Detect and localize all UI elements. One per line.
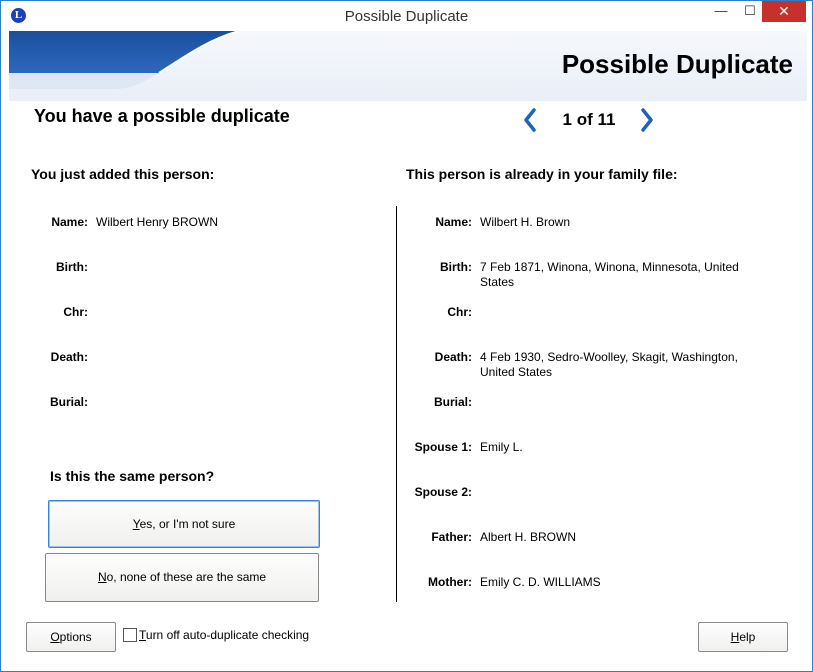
window-title: Possible Duplicate bbox=[344, 8, 469, 25]
no-button-accesskey: N bbox=[97, 570, 107, 584]
existing-mother-value: Emily C. D. WILLIAMS bbox=[480, 575, 601, 589]
existing-birth-label: Birth: bbox=[440, 260, 472, 274]
existing-death-value: 4 Feb 1930, Sedro-Woolley, Skagit, Washi… bbox=[480, 350, 738, 379]
auto-duplicate-checkbox-label[interactable]: Turn off auto-duplicate checking bbox=[139, 628, 309, 642]
new-name-value: Wilbert Henry BROWN bbox=[96, 215, 219, 229]
existing-name-value: Wilbert H. Brown bbox=[480, 215, 571, 229]
yes-same-person-button[interactable]: Yes, or I'm not sure bbox=[48, 500, 320, 548]
new-burial-label: Burial: bbox=[49, 395, 88, 409]
existing-death-label: Death: bbox=[434, 350, 472, 364]
header-banner: Possible Duplicate bbox=[9, 31, 807, 101]
no-button-label: o, none of these are the same bbox=[106, 570, 267, 584]
existing-father-value: Albert H. BROWN bbox=[480, 530, 577, 544]
existing-spouse2-label: Spouse 2: bbox=[414, 485, 472, 499]
options-button-accesskey: O bbox=[50, 630, 60, 644]
existing-mother-label: Mother: bbox=[428, 575, 472, 589]
existing-father-label: Father: bbox=[431, 530, 472, 544]
same-person-question: Is this the same person? bbox=[50, 468, 215, 484]
yes-button-accesskey: Y bbox=[132, 517, 140, 531]
title-bar: L Possible Duplicate — ☐ ✕ bbox=[1, 1, 812, 31]
new-name-label: Name: bbox=[51, 215, 88, 229]
new-birth-label: Birth: bbox=[56, 260, 88, 274]
yes-button-label: es, or I'm not sure bbox=[139, 517, 236, 531]
checkbox-accesskey: T bbox=[139, 628, 146, 642]
existing-chr-label: Chr: bbox=[447, 305, 472, 319]
duplicate-counter: 1 of 11 bbox=[562, 110, 616, 129]
new-death-label: Death: bbox=[50, 350, 88, 364]
existing-person-heading: This person is already in your family fi… bbox=[406, 166, 678, 182]
options-button-label: ptions bbox=[59, 630, 92, 644]
maximize-button[interactable]: ☐ bbox=[736, 1, 764, 22]
existing-burial-label: Burial: bbox=[433, 395, 472, 409]
new-chr-label: Chr: bbox=[63, 305, 88, 319]
auto-duplicate-checkbox[interactable] bbox=[123, 628, 137, 642]
existing-birth-value: 7 Feb 1871, Winona, Winona, Minnesota, U… bbox=[480, 260, 739, 289]
help-button-label: elp bbox=[739, 630, 756, 644]
page-subtitle: You have a possible duplicate bbox=[34, 106, 290, 126]
options-button[interactable]: Options bbox=[26, 622, 116, 652]
minimize-button[interactable]: — bbox=[707, 1, 735, 22]
next-arrow-icon[interactable] bbox=[638, 108, 656, 132]
new-person-heading: You just added this person: bbox=[31, 166, 215, 182]
existing-name-label: Name: bbox=[435, 215, 472, 229]
help-button[interactable]: Help bbox=[698, 622, 788, 652]
close-button[interactable]: ✕ bbox=[762, 1, 806, 22]
previous-arrow-icon[interactable] bbox=[521, 108, 539, 132]
existing-spouse1-label: Spouse 1: bbox=[414, 440, 472, 454]
existing-spouse1-value: Emily L. bbox=[480, 440, 523, 454]
banner-title: Possible Duplicate bbox=[561, 49, 793, 79]
checkbox-label-text: urn off auto-duplicate checking bbox=[145, 628, 310, 642]
no-not-same-button[interactable]: No, none of these are the same bbox=[45, 553, 319, 602]
